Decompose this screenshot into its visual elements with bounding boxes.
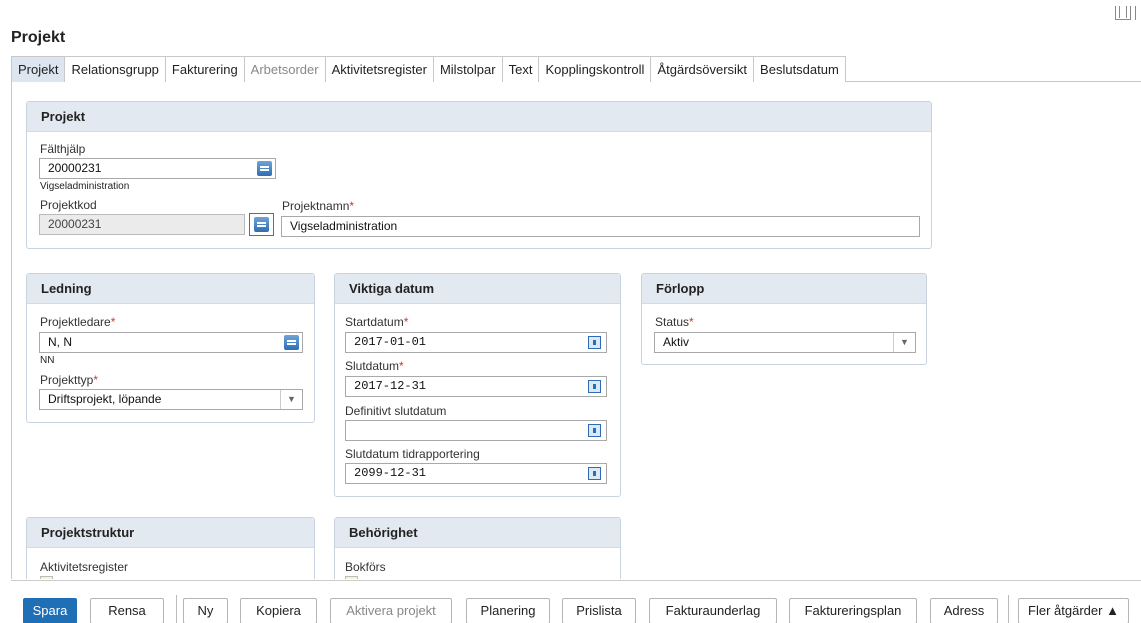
startdatum-label: Startdatum* [345, 315, 409, 329]
layout-icon[interactable] [1115, 6, 1131, 20]
prislista-button[interactable]: Prislista [562, 598, 636, 623]
edit-icon[interactable] [345, 576, 358, 579]
viktiga-datum-panel: Viktiga datum Startdatum* 2017-01-01 Slu… [334, 273, 621, 497]
projektledare-lookup-button[interactable] [284, 335, 299, 350]
fakturaunderlag-button[interactable]: Fakturaunderlag [649, 598, 777, 623]
status-value: Aktiv [663, 335, 690, 349]
kopiera-button[interactable]: Kopiera [240, 598, 317, 623]
chevron-down-icon[interactable]: ▼ [893, 333, 915, 352]
separator [1008, 595, 1009, 623]
definitivt-slutdatum-label: Definitivt slutdatum [345, 404, 447, 418]
aktivera-projekt-button[interactable]: Aktivera projekt [330, 598, 452, 623]
tab-bar: Projekt Relationsgrupp Fakturering Arbet… [11, 56, 1141, 82]
calendar-icon[interactable] [588, 467, 601, 480]
slutdatum-input[interactable]: 2017-12-31 [345, 376, 607, 397]
projekt-panel: Projekt Fälthjälp 20000231 Vigseladminis… [26, 101, 932, 249]
edit-icon[interactable] [40, 576, 53, 579]
faktureringsplan-button[interactable]: Faktureringsplan [789, 598, 917, 623]
projektkod-input: 20000231 [39, 214, 245, 235]
projektkod-label: Projektkod [40, 198, 97, 212]
tab-relationsgrupp[interactable]: Relationsgrupp [64, 56, 166, 82]
definitivt-slutdatum-input[interactable] [345, 420, 607, 441]
lookup-icon [284, 335, 299, 350]
falthjalp-lookup-button[interactable] [257, 161, 272, 176]
ledning-panel: Ledning Projektledare* N, N NN Projektty… [26, 273, 315, 423]
viktiga-datum-panel-title: Viktiga datum [335, 274, 620, 304]
fler-atgarder-button[interactable]: Fler åtgärder ▲ [1018, 598, 1129, 623]
planering-button[interactable]: Planering [466, 598, 550, 623]
startdatum-input[interactable]: 2017-01-01 [345, 332, 607, 353]
slutdatum-tidrapportering-input[interactable]: 2099-12-31 [345, 463, 607, 484]
slutdatum-tidrapportering-label: Slutdatum tidrapportering [345, 447, 480, 461]
top-right-toolbar [1115, 6, 1141, 20]
falthjalp-label: Fälthjälp [40, 142, 86, 156]
tab-text[interactable]: Text [501, 56, 540, 82]
projekttyp-label: Projekttyp* [40, 373, 99, 387]
projekt-panel-title: Projekt [27, 102, 931, 132]
forlopp-panel: Förlopp Status* Aktiv ▼ [641, 273, 927, 365]
ny-button[interactable]: Ny [183, 598, 228, 623]
tab-arbetsorder[interactable]: Arbetsorder [243, 56, 326, 82]
projektledare-description: NN [40, 355, 55, 366]
falthjalp-input[interactable]: 20000231 [39, 158, 276, 179]
calendar-icon[interactable] [588, 424, 601, 437]
tab-fakturering[interactable]: Fakturering [164, 56, 245, 82]
layout-alt-icon[interactable] [1135, 6, 1141, 20]
tab-atgardsoversikt[interactable]: Åtgärdsöversikt [650, 56, 755, 82]
startdatum-value: 2017-01-01 [354, 335, 427, 349]
lookup-icon [257, 161, 272, 176]
slutdatum-label: Slutdatum* [345, 359, 404, 373]
slutdatum-tidrapportering-value: 2099-12-31 [354, 466, 427, 480]
tab-beslutsdatum[interactable]: Beslutsdatum [753, 56, 846, 82]
behorighet-panel-title: Behörighet [335, 518, 620, 548]
projektkod-lookup-button[interactable] [249, 213, 274, 236]
lookup-icon [254, 217, 269, 232]
spara-button[interactable]: Spara [23, 598, 77, 623]
calendar-icon[interactable] [588, 336, 601, 349]
forlopp-panel-title: Förlopp [642, 274, 926, 304]
adress-button[interactable]: Adress [930, 598, 998, 623]
behorighet-panel: Behörighet Bokförs [334, 517, 621, 579]
ledning-panel-title: Ledning [27, 274, 314, 304]
form-content: Projekt Fälthjälp 20000231 Vigseladminis… [11, 82, 1141, 579]
tab-aktivitetsregister[interactable]: Aktivitetsregister [324, 56, 434, 82]
status-label: Status* [655, 315, 694, 329]
chevron-down-icon[interactable]: ▼ [280, 390, 302, 409]
calendar-icon[interactable] [588, 380, 601, 393]
rensa-button[interactable]: Rensa [90, 598, 164, 623]
tab-kopplingskontroll[interactable]: Kopplingskontroll [538, 56, 652, 82]
action-bar: Spara Rensa Ny Kopiera Aktivera projekt … [11, 580, 1141, 623]
falthjalp-value: 20000231 [48, 161, 102, 175]
slutdatum-value: 2017-12-31 [354, 379, 427, 393]
separator [176, 595, 177, 623]
falthjalp-description: Vigseladministration [40, 181, 130, 192]
projekttyp-value: Driftsprojekt, löpande [48, 392, 162, 406]
tab-milstolpar[interactable]: Milstolpar [432, 56, 503, 82]
projekttyp-select[interactable]: Driftsprojekt, löpande ▼ [39, 389, 303, 410]
projektnamn-input[interactable]: Vigseladministration [281, 216, 920, 237]
projektledare-input[interactable]: N, N [39, 332, 303, 353]
page-title: Projekt [11, 29, 66, 46]
projektstruktur-panel-title: Projektstruktur [27, 518, 314, 548]
aktivitetsregister-label: Aktivitetsregister [40, 560, 129, 574]
projektledare-label: Projektledare* [40, 315, 116, 329]
projektnamn-label: Projektnamn* [282, 199, 355, 213]
projektstruktur-panel: Projektstruktur Aktivitetsregister [26, 517, 315, 579]
status-select[interactable]: Aktiv ▼ [654, 332, 916, 353]
projektledare-value: N, N [48, 335, 72, 349]
bokfors-label: Bokförs [345, 560, 386, 574]
tab-projekt[interactable]: Projekt [11, 56, 66, 82]
